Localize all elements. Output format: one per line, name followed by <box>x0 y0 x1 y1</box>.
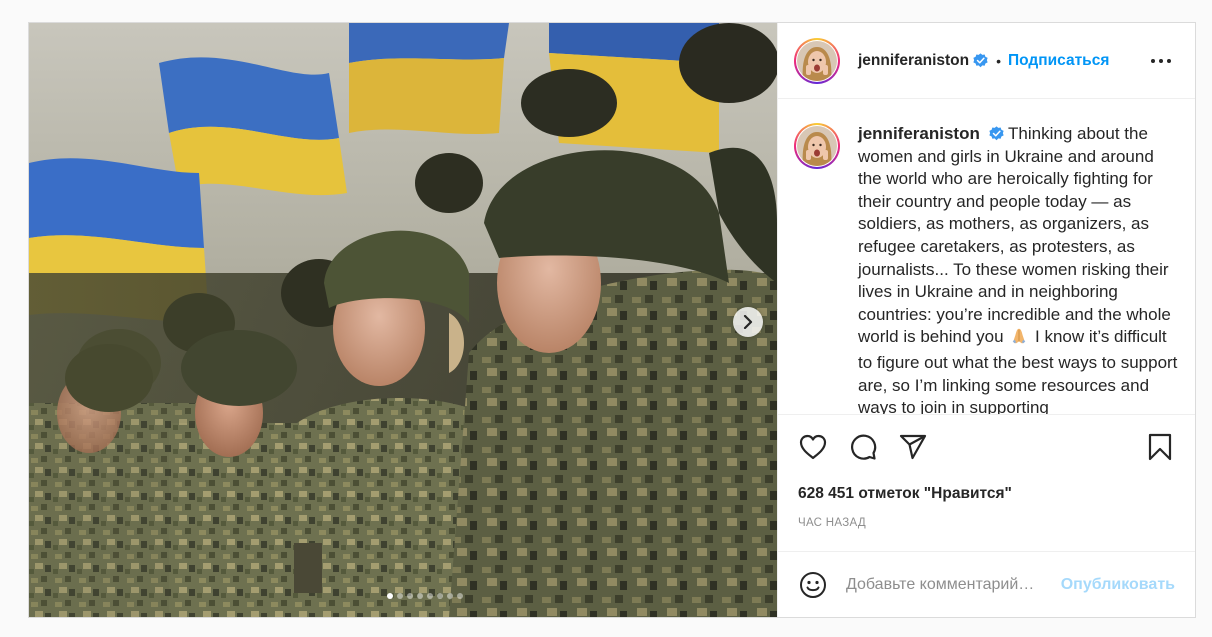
save-button[interactable] <box>1145 432 1175 462</box>
post-media[interactable] <box>29 23 777 617</box>
avatar[interactable] <box>794 37 840 84</box>
author-username[interactable]: jenniferaniston <box>858 52 969 70</box>
publish-button[interactable]: Опубликовать <box>1061 576 1175 594</box>
share-button[interactable] <box>898 432 928 462</box>
post-photo <box>29 23 777 617</box>
header-separator: • <box>996 52 1002 69</box>
carousel-dot <box>417 593 423 599</box>
carousel-dot <box>437 593 443 599</box>
carousel-dot <box>407 593 413 599</box>
share-icon <box>899 434 927 460</box>
caption-body-part1: Thinking about the women and girls in Uk… <box>858 124 1171 347</box>
emoji-button[interactable] <box>798 570 828 600</box>
comment-input[interactable] <box>845 575 1053 594</box>
comment-button[interactable] <box>848 432 878 462</box>
caption-username[interactable]: jenniferaniston <box>858 124 980 143</box>
heart-icon <box>799 434 827 460</box>
bookmark-icon <box>1148 433 1172 461</box>
comment-icon <box>851 434 877 460</box>
folded-hands-emoji <box>1010 327 1028 352</box>
caption-text: jenniferaniston Thinking about the women… <box>858 123 1179 414</box>
follow-button[interactable]: Подписаться <box>1008 52 1109 70</box>
more-options-icon[interactable] <box>1151 53 1171 69</box>
carousel-indicator <box>29 593 777 599</box>
avatar-image <box>797 40 837 81</box>
avatar-image <box>797 126 837 166</box>
verified-badge-icon <box>973 53 988 68</box>
post-actions <box>778 415 1195 479</box>
post-side-panel: jenniferaniston • Подписаться jenniferan… <box>777 23 1195 617</box>
chevron-right-icon <box>743 315 753 329</box>
post-header: jenniferaniston • Подписаться <box>778 23 1195 99</box>
caption-section: jenniferaniston Thinking about the women… <box>778 99 1195 415</box>
post-timestamp[interactable]: ЧАС НАЗАД <box>778 509 1195 537</box>
carousel-dot <box>387 593 393 599</box>
caption-avatar[interactable] <box>794 123 840 169</box>
post-card: jenniferaniston • Подписаться jenniferan… <box>28 22 1196 618</box>
carousel-dot <box>427 593 433 599</box>
carousel-next-button[interactable] <box>733 307 763 337</box>
verified-badge-icon <box>988 126 1004 141</box>
carousel-dot <box>447 593 453 599</box>
carousel-dot <box>457 593 463 599</box>
likes-count[interactable]: 628 451 отметок "Нравится" <box>778 479 1195 509</box>
comment-bar: Опубликовать <box>778 551 1195 617</box>
smiley-icon <box>799 571 826 598</box>
like-button[interactable] <box>798 432 828 462</box>
carousel-dot <box>397 593 403 599</box>
